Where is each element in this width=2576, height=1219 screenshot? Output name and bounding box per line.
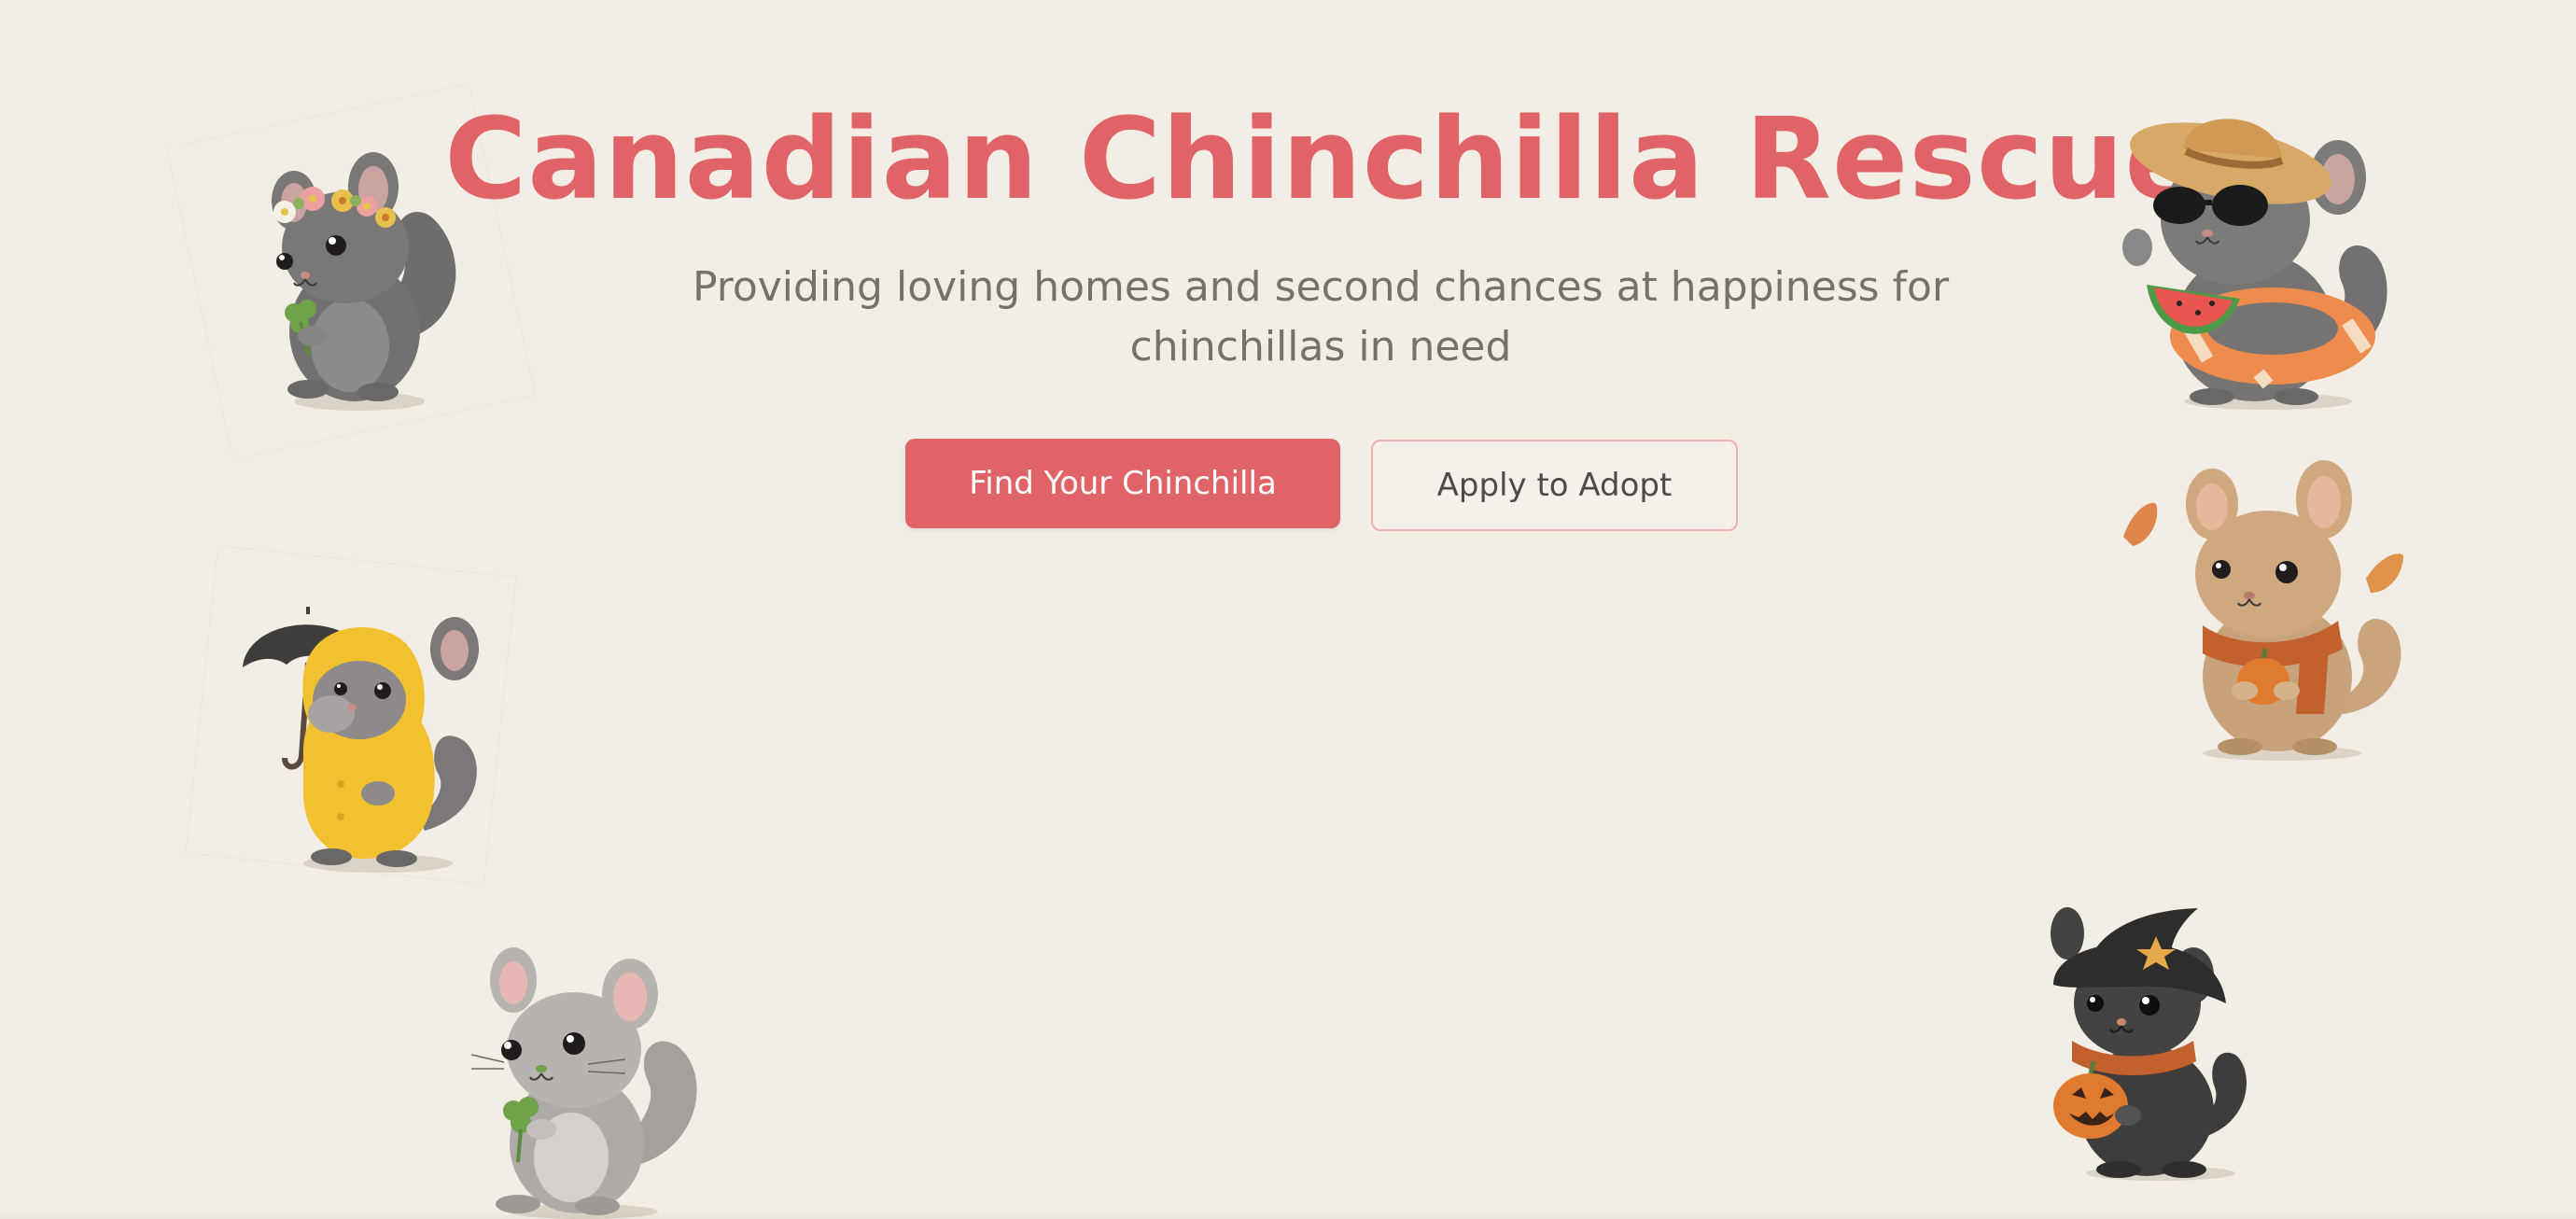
apply-to-adopt-button[interactable]: Apply to Adopt <box>1371 440 1738 531</box>
halloween-witch-chinchilla-icon <box>2039 901 2254 1181</box>
page-subtitle: Providing loving homes and second chance… <box>692 263 1950 371</box>
summer-beach-chinchilla-icon <box>2119 112 2408 411</box>
find-your-chinchilla-button[interactable]: Find Your Chinchilla <box>905 439 1340 528</box>
spring-flower-crown-chinchilla-icon <box>238 145 481 415</box>
rain-raincoat-chinchilla-icon <box>238 597 490 877</box>
bottom-edge-shadow <box>0 1210 2576 1219</box>
clover-chinchilla-icon <box>467 943 709 1219</box>
autumn-scarf-chinchilla-icon <box>2114 460 2413 761</box>
hero-section: Canadian Chinchilla Rescue Providing lov… <box>0 0 2576 1219</box>
